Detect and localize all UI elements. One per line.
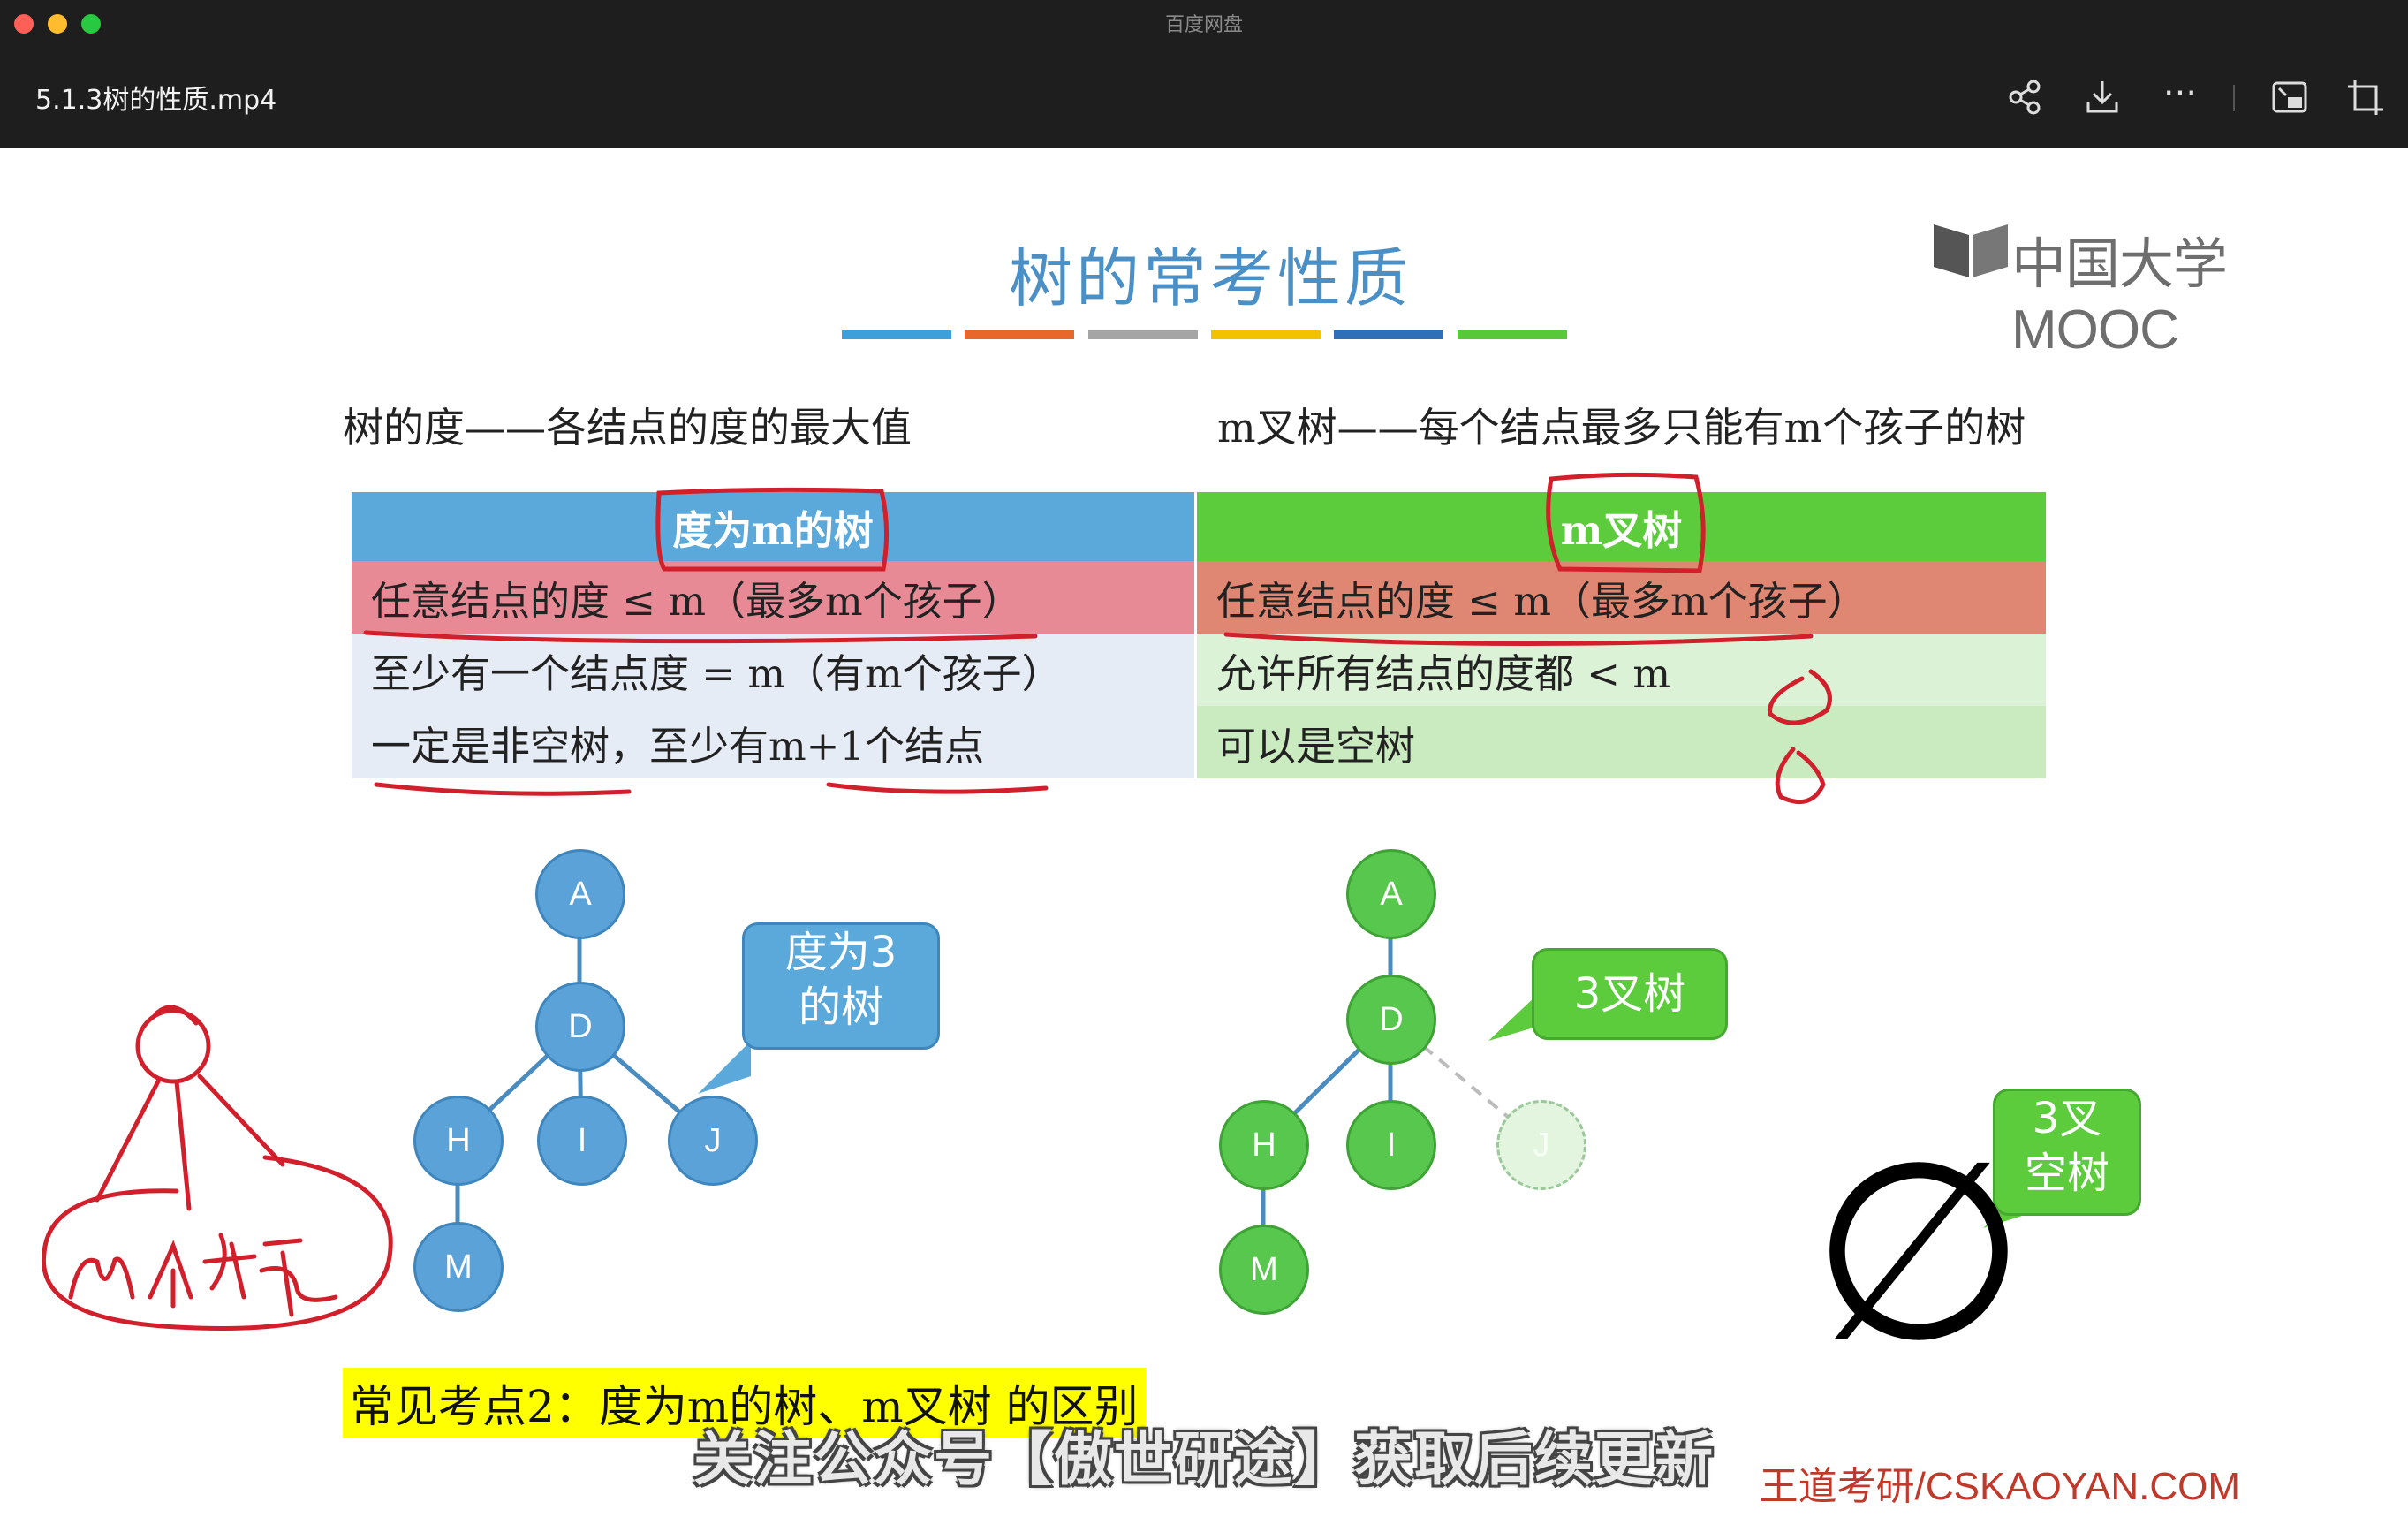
download-icon[interactable] [2081,76,2124,118]
watermark: 王道考研/CSKAOYAN.COM [1759,1465,2240,1508]
share-icon[interactable] [2003,76,2046,118]
file-title: 5.1.3树的性质.mp4 [35,85,277,116]
pip-icon[interactable] [2268,76,2311,118]
player-window: 百度网盘 5.1.3树的性质.mp4 ··· 树的常考性质 中国大学MOOC 树… [0,0,2408,1525]
more-icon[interactable]: ··· [2159,76,2201,118]
title-bar: 百度网盘 5.1.3树的性质.mp4 ··· [0,0,2408,148]
app-title: 百度网盘 [1164,14,1243,36]
handwritten-annotations [41,472,1832,1331]
video-frame[interactable]: 树的常考性质 中国大学MOOC 树的度——各结点的度的最大值 m叉树——每个结点… [0,148,2408,1525]
toolbar-divider [2233,85,2235,111]
crop-icon[interactable] [2344,76,2387,118]
